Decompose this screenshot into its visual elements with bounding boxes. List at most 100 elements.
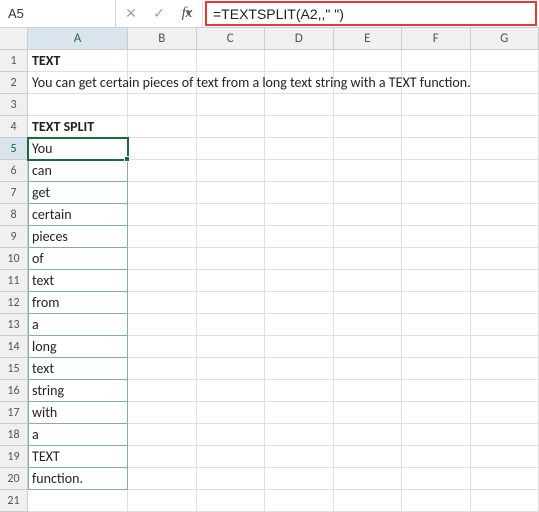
row-header-21[interactable]: 21 [0,490,28,512]
cell-G8[interactable] [471,204,539,226]
cell-B7[interactable] [128,182,197,204]
cell-F13[interactable] [402,314,471,336]
cell-G9[interactable] [471,226,539,248]
cell-E15[interactable] [334,358,403,380]
cell-G1[interactable] [471,50,539,72]
cell-F12[interactable] [402,292,471,314]
cell-B19[interactable] [128,446,197,468]
enter-icon[interactable]: ✓ [150,5,168,23]
row-header-3[interactable]: 3 [0,94,28,116]
cell-B8[interactable] [128,204,197,226]
cell-A13[interactable]: a [28,314,128,336]
cell-D1[interactable] [265,50,334,72]
cell-D17[interactable] [265,402,334,424]
cell-F19[interactable] [402,446,471,468]
cell-D19[interactable] [265,446,334,468]
row-header-8[interactable]: 8 [0,204,28,226]
row-header-1[interactable]: 1 [0,50,28,72]
cell-C17[interactable] [197,402,266,424]
cell-G10[interactable] [471,248,539,270]
cell-B12[interactable] [128,292,197,314]
cell-F7[interactable] [402,182,471,204]
cell-G7[interactable] [471,182,539,204]
cell-G12[interactable] [471,292,539,314]
cell-B10[interactable] [128,248,197,270]
select-all-corner[interactable] [0,28,28,50]
cell-E1[interactable] [334,50,403,72]
cell-A18[interactable]: a [28,424,128,446]
cell-C9[interactable] [197,226,266,248]
row-header-18[interactable]: 18 [0,424,28,446]
cell-A1[interactable]: TEXT [28,50,128,72]
cell-D4[interactable] [265,116,334,138]
cell-C14[interactable] [197,336,266,358]
cell-E10[interactable] [334,248,403,270]
col-header-G[interactable]: G [471,28,539,50]
cell-F4[interactable] [402,116,471,138]
cell-G11[interactable] [471,270,539,292]
cell-G18[interactable] [471,424,539,446]
cell-C15[interactable] [197,358,266,380]
cell-E5[interactable] [334,138,403,160]
cell-E9[interactable] [334,226,403,248]
cell-G2[interactable] [471,72,539,94]
cell-F17[interactable] [402,402,471,424]
row-header-13[interactable]: 13 [0,314,28,336]
cell-E8[interactable] [334,204,403,226]
cell-F20[interactable] [402,468,471,490]
cell-G19[interactable] [471,446,539,468]
cell-E20[interactable] [334,468,403,490]
cell-C6[interactable] [197,160,266,182]
cell-G20[interactable] [471,468,539,490]
cell-B3[interactable] [128,94,197,116]
row-header-7[interactable]: 7 [0,182,28,204]
cell-A17[interactable]: with [28,402,128,424]
row-header-17[interactable]: 17 [0,402,28,424]
cell-A15[interactable]: text [28,358,128,380]
cell-B17[interactable] [128,402,197,424]
cell-F6[interactable] [402,160,471,182]
cell-F18[interactable] [402,424,471,446]
cell-C11[interactable] [197,270,266,292]
cell-G16[interactable] [471,380,539,402]
row-header-14[interactable]: 14 [0,336,28,358]
cell-F9[interactable] [402,226,471,248]
cell-C7[interactable] [197,182,266,204]
cell-D5[interactable] [265,138,334,160]
cell-E18[interactable] [334,424,403,446]
row-header-11[interactable]: 11 [0,270,28,292]
cell-A14[interactable]: long [28,336,128,358]
cell-A5[interactable]: You [28,138,128,160]
cell-B15[interactable] [128,358,197,380]
cell-F5[interactable] [402,138,471,160]
cell-G21[interactable] [471,490,539,512]
fx-icon[interactable]: fx [178,5,196,23]
row-header-9[interactable]: 9 [0,226,28,248]
row-header-16[interactable]: 16 [0,380,28,402]
cell-E17[interactable] [334,402,403,424]
cell-F11[interactable] [402,270,471,292]
cell-A21[interactable] [28,490,128,512]
cell-G13[interactable] [471,314,539,336]
cell-E19[interactable] [334,446,403,468]
row-header-5[interactable]: 5 [0,138,28,160]
cancel-icon[interactable]: ✕ [122,5,140,23]
cell-B14[interactable] [128,336,197,358]
cell-C21[interactable] [197,490,266,512]
cell-B21[interactable] [128,490,197,512]
row-header-15[interactable]: 15 [0,358,28,380]
cell-D14[interactable] [265,336,334,358]
formula-input[interactable] [213,6,529,22]
cell-B20[interactable] [128,468,197,490]
cell-E4[interactable] [334,116,403,138]
cell-D3[interactable] [265,94,334,116]
cell-F3[interactable] [402,94,471,116]
cell-B18[interactable] [128,424,197,446]
cell-A8[interactable]: certain [28,204,128,226]
col-header-D[interactable]: D [265,28,334,50]
cell-B4[interactable] [128,116,197,138]
col-header-E[interactable]: E [334,28,403,50]
cell-G6[interactable] [471,160,539,182]
cell-D10[interactable] [265,248,334,270]
col-header-F[interactable]: F [402,28,471,50]
